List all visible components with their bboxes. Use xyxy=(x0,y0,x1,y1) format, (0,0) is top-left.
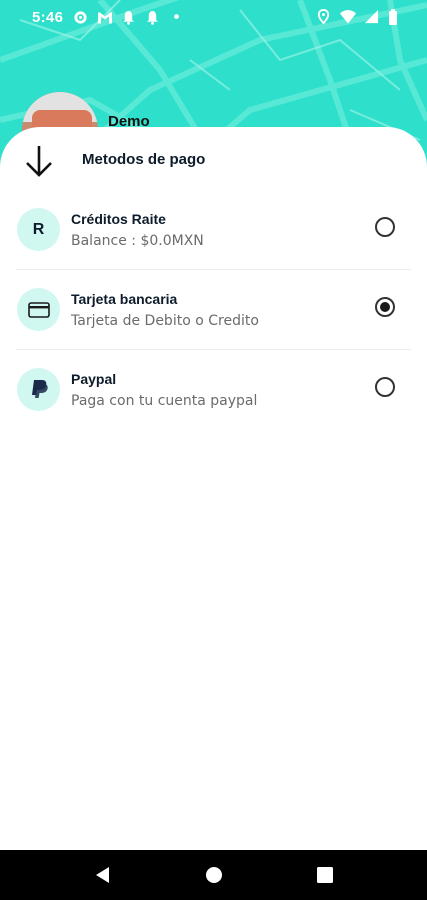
navigation-bar xyxy=(0,850,427,900)
back-icon[interactable] xyxy=(93,865,113,885)
status-bar: 5:46 xyxy=(0,0,427,36)
payment-method-paypal[interactable]: Paypal Paga con tu cuenta paypal xyxy=(0,349,427,429)
raite-credits-icon: R xyxy=(17,208,60,251)
home-icon[interactable] xyxy=(204,865,224,885)
method-subtitle: Balance : $0.0MXN xyxy=(71,233,204,249)
settings-icon xyxy=(73,10,88,25)
status-left-icons xyxy=(73,10,184,25)
method-subtitle: Tarjeta de Debito o Credito xyxy=(71,313,259,329)
notification-bell-icon xyxy=(145,10,160,25)
sheet-title: Metodos de pago xyxy=(82,151,206,168)
battery-icon xyxy=(388,9,403,25)
method-title: Créditos Raite xyxy=(71,211,166,227)
arrow-down-icon[interactable] xyxy=(24,144,54,178)
payment-methods-sheet: Metodos de pago R Créditos Raite Balance… xyxy=(0,127,427,850)
location-icon xyxy=(316,8,331,25)
payment-method-raite-credits[interactable]: R Créditos Raite Balance : $0.0MXN xyxy=(0,189,427,269)
payment-method-bank-card[interactable]: Tarjeta bancaria Tarjeta de Debito o Cre… xyxy=(0,269,427,349)
status-time: 5:46 xyxy=(32,9,64,26)
radio-button[interactable] xyxy=(375,217,395,237)
gmail-icon xyxy=(97,10,112,25)
wifi-icon xyxy=(340,9,356,24)
status-right-icons xyxy=(316,8,403,25)
signal-icon xyxy=(364,9,379,24)
paypal-icon xyxy=(17,368,60,411)
credit-card-icon xyxy=(17,288,60,331)
method-title: Tarjeta bancaria xyxy=(71,291,178,307)
radio-button[interactable] xyxy=(375,377,395,397)
payment-method-list: R Créditos Raite Balance : $0.0MXN Tarje… xyxy=(0,189,427,429)
method-subtitle: Paga con tu cuenta paypal xyxy=(71,393,258,409)
notification-bell-icon xyxy=(121,10,136,25)
sheet-header: Metodos de pago xyxy=(0,127,427,193)
method-title: Paypal xyxy=(71,371,117,387)
radio-button-selected[interactable] xyxy=(375,297,395,317)
dot-icon xyxy=(169,10,184,25)
recents-icon[interactable] xyxy=(315,865,335,885)
